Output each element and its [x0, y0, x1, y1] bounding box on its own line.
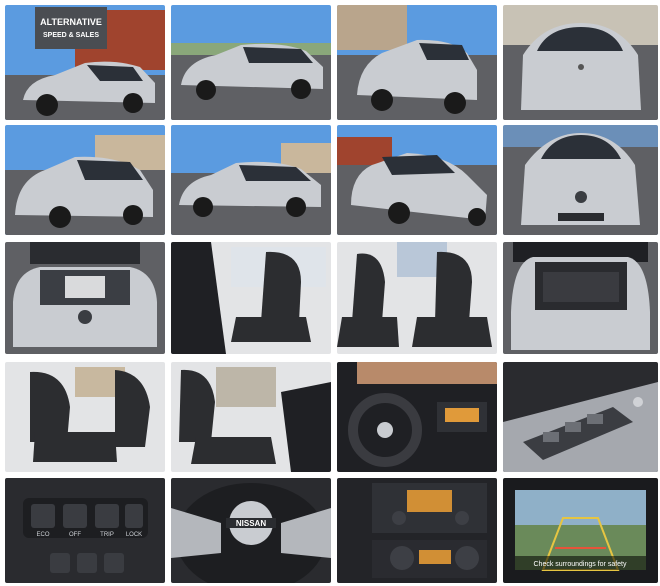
photo-front-left-exterior[interactable]: ALTERNATIVE SPEED & SALES — [5, 5, 165, 120]
console-button-label-2: OFF — [69, 532, 81, 538]
photo-backup-camera-screen[interactable]: Check surroundings for safety — [503, 478, 658, 583]
photo-rear-exterior[interactable] — [503, 5, 658, 120]
photo-gallery-grid: ALTERNATIVE SPEED & SALES ECO OFF TRIP L… — [0, 0, 660, 586]
photo-radio-console[interactable] — [337, 478, 497, 583]
console-button-label-1: ECO — [36, 532, 49, 538]
console-button-label-3: TRIP — [100, 532, 114, 538]
photo-rear-seats-interior[interactable] — [5, 362, 165, 472]
nissan-logo-text: NISSAN — [236, 519, 266, 528]
photo-open-hood-engine[interactable] — [5, 242, 165, 354]
photo-front-exterior[interactable] — [503, 125, 658, 235]
photo-steering-wheel-logo[interactable]: NISSAN — [171, 478, 331, 583]
photo-steering-dashboard[interactable] — [337, 362, 497, 472]
dealer-sign-line2: SPEED & SALES — [43, 32, 99, 39]
photo-console-buttons[interactable]: ECO OFF TRIP LOCK — [5, 478, 165, 583]
console-button-label-4: LOCK — [126, 532, 142, 538]
photo-front-seats-interior[interactable] — [337, 242, 497, 354]
photo-left-profile-exterior[interactable] — [171, 125, 331, 235]
camera-safety-message: Check surroundings for safety — [534, 561, 627, 568]
photo-front-right-exterior[interactable] — [337, 125, 497, 235]
photo-driver-seat-interior[interactable] — [171, 242, 331, 354]
photo-passenger-seat-interior[interactable] — [171, 362, 331, 472]
photo-rear-left-exterior-2[interactable] — [5, 125, 165, 235]
photo-open-trunk-cargo[interactable] — [503, 242, 658, 354]
photo-left-side-exterior[interactable] — [171, 5, 331, 120]
photo-rear-left-exterior[interactable] — [337, 5, 497, 120]
photo-window-switch-panel[interactable] — [503, 362, 658, 472]
dealer-sign-line1: ALTERNATIVE — [40, 17, 102, 27]
